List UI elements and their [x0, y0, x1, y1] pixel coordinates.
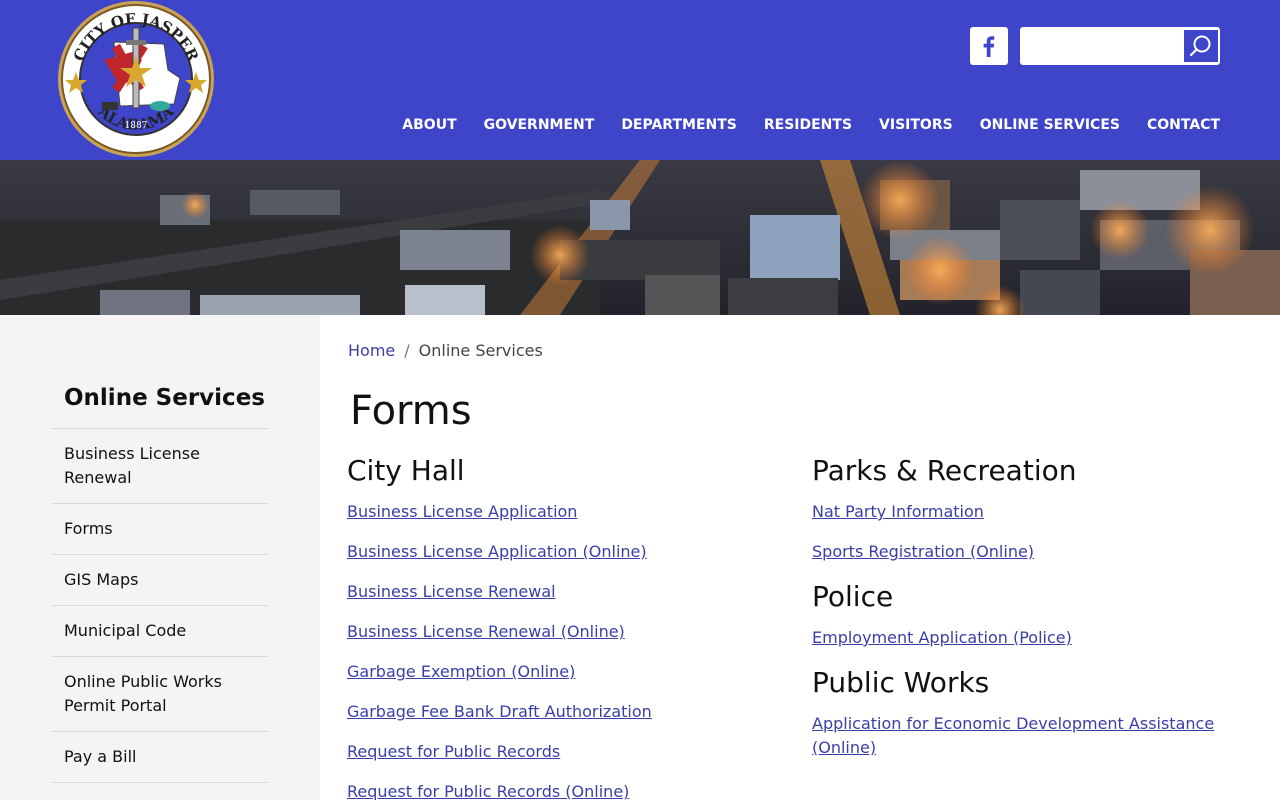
form-link[interactable]: Business License Application	[347, 500, 777, 524]
form-link[interactable]: Sports Registration (Online)	[812, 540, 1232, 564]
sidebar-item-pay-a-bill[interactable]: Pay a Bill	[52, 732, 268, 783]
form-link[interactable]: Business License Renewal (Online)	[347, 620, 777, 644]
page-title: Forms	[350, 388, 472, 434]
section-heading-city-hall: City Hall	[347, 454, 465, 487]
seal-year: 1887	[125, 121, 148, 131]
nav-online-services[interactable]: ONLINE SERVICES	[980, 117, 1120, 137]
nav-residents[interactable]: RESIDENTS	[764, 117, 852, 137]
breadcrumb-home[interactable]: Home	[348, 341, 395, 360]
breadcrumb-separator: /	[404, 341, 410, 360]
sidebar-item-business-license-renewal[interactable]: Business License Renewal	[52, 429, 268, 504]
breadcrumb-current: Online Services	[418, 341, 543, 360]
search-input[interactable]	[1021, 28, 1183, 64]
main-nav: ABOUT GOVERNMENT DEPARTMENTS RESIDENTS V…	[402, 117, 1220, 137]
sidebar-item-public-works-permit-portal[interactable]: Online Public Works Permit Portal	[52, 657, 268, 732]
nav-departments[interactable]: DEPARTMENTS	[621, 117, 737, 137]
nav-visitors[interactable]: VISITORS	[879, 117, 953, 137]
site-header: CITY OF JASPER ALABAMA 1887 ABOUT GOVERN…	[0, 0, 1280, 160]
city-hall-section: City Hall Business License Application B…	[347, 452, 777, 800]
form-link[interactable]: Employment Application (Police)	[812, 626, 1232, 650]
city-seal-logo[interactable]: CITY OF JASPER ALABAMA 1887	[56, 0, 216, 158]
sidebar-item-gis-maps[interactable]: GIS Maps	[52, 555, 268, 606]
form-link[interactable]: Business License Renewal	[347, 580, 777, 604]
nav-government[interactable]: GOVERNMENT	[484, 117, 595, 137]
form-link[interactable]: Application for Economic Development Ass…	[812, 712, 1232, 760]
sidebar-item-municipal-code[interactable]: Municipal Code	[52, 606, 268, 657]
sidebar-title: Online Services	[64, 385, 265, 411]
sidebar-item-forms[interactable]: Forms	[52, 504, 268, 555]
form-link[interactable]: Nat Party Information	[812, 500, 1232, 524]
nav-about[interactable]: ABOUT	[402, 117, 456, 137]
breadcrumb: Home / Online Services	[348, 341, 543, 360]
search-button[interactable]	[1184, 30, 1218, 62]
sidebar: Online Services Business License Renewal…	[0, 315, 320, 800]
form-link[interactable]: Garbage Exemption (Online)	[347, 660, 777, 684]
hero-banner-image	[0, 160, 1280, 315]
form-link[interactable]: Business License Application (Online)	[347, 540, 777, 564]
search-box	[1020, 27, 1220, 65]
facebook-icon	[983, 36, 995, 57]
section-heading-parks-recreation: Parks & Recreation	[812, 454, 1077, 487]
form-link[interactable]: Request for Public Records (Online)	[347, 780, 777, 800]
nav-contact[interactable]: CONTACT	[1147, 117, 1220, 137]
sidebar-menu: Business License Renewal Forms GIS Maps …	[52, 428, 268, 783]
form-link[interactable]: Request for Public Records	[347, 740, 777, 764]
form-link[interactable]: Garbage Fee Bank Draft Authorization	[347, 700, 777, 724]
facebook-button[interactable]	[970, 27, 1008, 65]
search-icon	[1189, 35, 1211, 57]
section-heading-police: Police	[812, 580, 894, 613]
section-heading-public-works: Public Works	[812, 666, 990, 699]
other-departments-section: Parks & Recreation Nat Party Information…	[812, 452, 1232, 776]
